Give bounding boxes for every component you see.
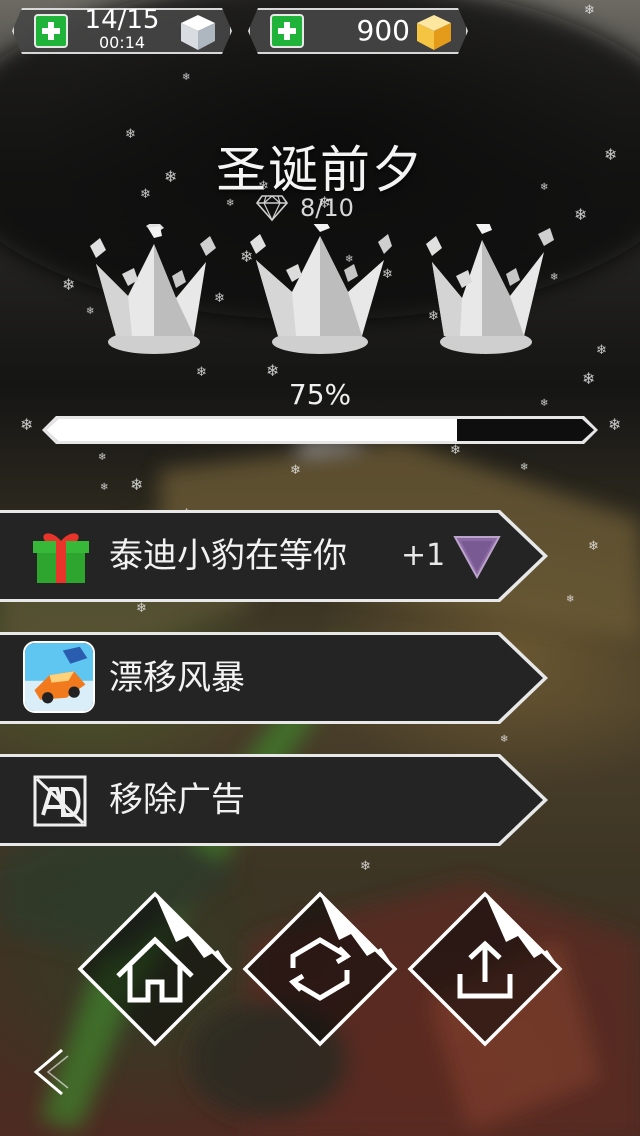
snowflake: ❄ [62, 275, 75, 294]
restart-button[interactable] [241, 890, 399, 1048]
banner-label: 移除广告 [109, 780, 245, 820]
gift-icon [33, 533, 89, 583]
banner-background: 移除广告 [0, 757, 543, 843]
plus-icon [272, 16, 302, 46]
gem-progress: 8/10 [256, 192, 354, 224]
bonus-count: +1 [401, 538, 446, 573]
snowflake: ❄ [608, 415, 621, 434]
teddy-leopard-button[interactable]: 泰迪小豹在等你 +1 [0, 510, 548, 602]
snowflake: ❄ [450, 443, 461, 458]
snowflake: ❄ [574, 205, 587, 224]
snowflake: ❄ [566, 594, 574, 605]
drift-storm-button[interactable]: 漂移风暴 [0, 632, 548, 724]
chevron-left-icon[interactable] [28, 1046, 72, 1098]
ice-cube-icon [181, 15, 215, 50]
home-button[interactable] [76, 890, 234, 1048]
snowflake: ❄ [98, 452, 106, 463]
snowflake: ❄ [290, 463, 301, 478]
snowflake: ❄ [360, 859, 371, 874]
progress-track [46, 419, 594, 441]
snowflake: ❄ [500, 734, 508, 745]
banner-label: 漂移风暴 [109, 658, 245, 698]
snowflake: ❄ [20, 415, 33, 434]
crown-icon [90, 224, 216, 354]
snowflake: ❄ [130, 475, 143, 494]
add-gems-button[interactable] [270, 14, 304, 48]
purple-triangle-icon [453, 536, 501, 579]
plus-icon [36, 16, 66, 46]
snowflake: ❄ [588, 539, 599, 554]
energy-count: 14/15 [84, 5, 160, 35]
energy-timer: 00:14 [98, 33, 146, 52]
share-button[interactable] [406, 890, 564, 1048]
gems-collected-text: 8/10 [300, 194, 354, 222]
banner-label: 泰迪小豹在等你 [109, 536, 347, 576]
banner-background: 泰迪小豹在等你 +1 [0, 513, 543, 599]
snowflake: ❄ [136, 601, 147, 616]
crown-icon [426, 224, 554, 354]
snowflake: ❄ [182, 72, 190, 83]
add-energy-button[interactable] [34, 14, 68, 48]
drift-storm-app-icon [23, 641, 95, 713]
snowflake: ❄ [584, 3, 595, 18]
remove-ads-button[interactable]: 移除广告 [0, 754, 548, 846]
progress-fill [46, 419, 457, 441]
gem-count: 900 [356, 14, 410, 47]
no-ads-icon [33, 775, 87, 827]
crown-icon [250, 224, 392, 354]
gold-cube-icon [417, 15, 451, 50]
snowflake: ❄ [520, 462, 528, 473]
banner-background: 漂移风暴 [0, 635, 543, 721]
snowflake: ❄ [100, 482, 108, 493]
diamond-icon [256, 195, 288, 222]
snowflake: ❄ [596, 343, 607, 358]
progress-percent: 75% [288, 378, 352, 411]
